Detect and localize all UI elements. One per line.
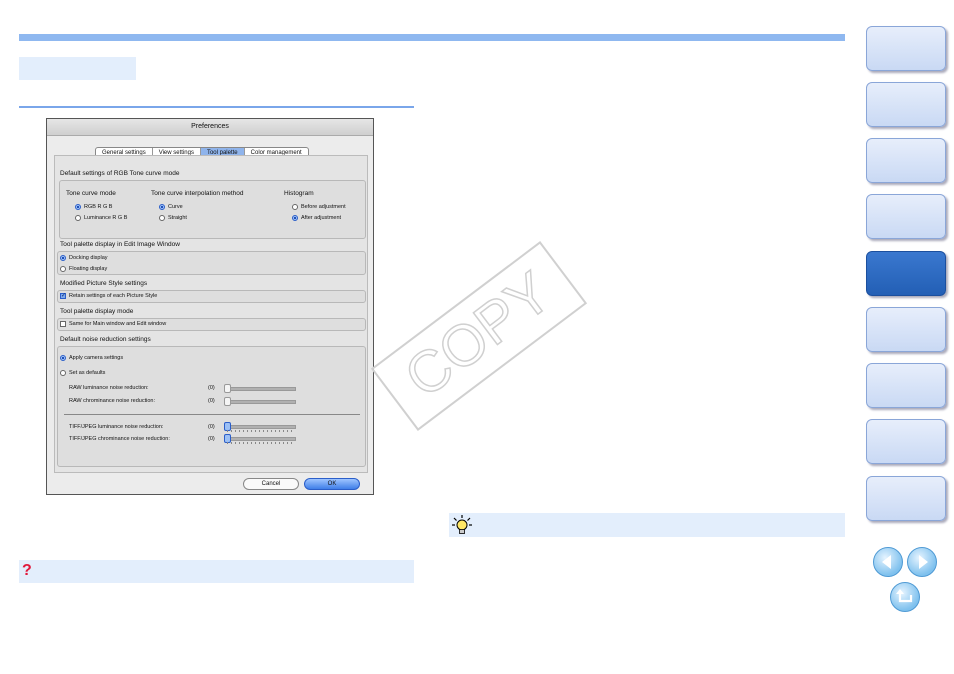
radio-rgb-label: RGB R G B xyxy=(84,204,113,210)
lightbulb-icon xyxy=(452,515,472,534)
radio-set-as-defaults[interactable] xyxy=(60,370,66,376)
checkbox-retain-picture-style[interactable]: ✓ xyxy=(60,293,66,299)
question-bar: ? xyxy=(19,560,414,583)
tone-curve-section-title: Default settings of RGB Tone curve mode xyxy=(60,170,180,177)
previous-page-button[interactable] xyxy=(873,547,903,577)
section-tag xyxy=(19,57,136,80)
section-divider xyxy=(19,106,414,108)
tone-curve-group: Tone curve mode Tone curve interpolation… xyxy=(59,180,366,239)
picture-style-group: ✓ Retain settings of each Picture Style xyxy=(57,290,366,303)
tip-bar xyxy=(449,513,845,537)
question-icon: ? xyxy=(22,562,32,579)
preferences-dialog: Preferences General settings View settin… xyxy=(46,118,374,495)
checkbox-same-window[interactable] xyxy=(60,321,66,327)
raw-luminance-value: (0) xyxy=(208,385,215,391)
tiff-luminance-value: (0) xyxy=(208,424,215,430)
nav-tab-1[interactable] xyxy=(866,26,946,71)
raw-chrominance-value: (0) xyxy=(208,398,215,404)
nav-tab-6[interactable] xyxy=(866,307,946,352)
noise-group: Apply camera settings Set as defaults RA… xyxy=(57,346,366,467)
tiff-chrominance-label: TIFF/JPEG chrominance noise reduction: xyxy=(69,436,170,442)
tiff-luminance-slider[interactable] xyxy=(224,422,296,432)
return-button[interactable] xyxy=(890,582,920,612)
radio-docking-display[interactable] xyxy=(60,255,66,261)
nav-tab-2[interactable] xyxy=(866,82,946,127)
checkbox-same-window-label: Same for Main window and Edit window xyxy=(69,321,167,327)
cancel-button[interactable]: Cancel xyxy=(243,478,299,490)
radio-luminance[interactable] xyxy=(75,215,81,221)
radio-curve[interactable] xyxy=(159,204,165,210)
radio-floating-display-label: Floating display xyxy=(69,266,108,272)
radio-before-adjustment-label: Before adjustment xyxy=(301,204,346,210)
nav-tab-9[interactable] xyxy=(866,476,946,521)
arrow-left-icon xyxy=(882,555,891,569)
header-bar xyxy=(19,34,845,41)
raw-luminance-slider[interactable] xyxy=(224,384,296,393)
radio-straight-label: Straight xyxy=(168,215,187,221)
radio-docking-display-label: Docking display xyxy=(69,255,108,261)
next-page-button[interactable] xyxy=(907,547,937,577)
radio-apply-camera-settings[interactable] xyxy=(60,355,66,361)
nav-tab-5[interactable] xyxy=(866,251,946,296)
arrow-right-icon xyxy=(919,555,928,569)
slider-thumb[interactable] xyxy=(224,397,231,406)
checkbox-retain-picture-style-label: Retain settings of each Picture Style xyxy=(69,293,158,299)
ok-button[interactable]: OK xyxy=(304,478,360,490)
noise-section-title: Default noise reduction settings xyxy=(60,336,151,343)
raw-chrominance-label: RAW chrominance noise reduction: xyxy=(69,398,156,404)
radio-straight[interactable] xyxy=(159,215,165,221)
palette-display-group: Docking display Floating display xyxy=(57,251,366,275)
picture-style-title: Modified Picture Style settings xyxy=(60,280,148,287)
palette-display-title: Tool palette display in Edit Image Windo… xyxy=(60,241,180,248)
display-mode-title: Tool palette display mode xyxy=(60,308,134,315)
radio-before-adjustment[interactable] xyxy=(292,204,298,210)
nav-tab-7[interactable] xyxy=(866,363,946,408)
radio-apply-camera-settings-label: Apply camera settings xyxy=(69,355,124,361)
copy-watermark: COPY xyxy=(370,241,588,431)
tiff-chrominance-value: (0) xyxy=(208,436,215,442)
radio-after-adjustment[interactable] xyxy=(292,215,298,221)
tiff-chrominance-slider[interactable] xyxy=(224,434,296,444)
raw-chrominance-slider[interactable] xyxy=(224,397,296,406)
radio-rgb[interactable] xyxy=(75,204,81,210)
radio-set-as-defaults-label: Set as defaults xyxy=(69,370,106,376)
slider-ticks xyxy=(227,430,293,432)
nav-tab-4[interactable] xyxy=(866,194,946,239)
nav-tab-8[interactable] xyxy=(866,419,946,464)
slider-thumb[interactable] xyxy=(224,384,231,393)
slider-ticks xyxy=(227,442,293,444)
radio-floating-display[interactable] xyxy=(60,266,66,272)
raw-luminance-label: RAW luminance noise reduction: xyxy=(69,385,149,391)
dialog-title: Preferences xyxy=(47,119,373,136)
divider xyxy=(64,414,360,415)
display-mode-group: Same for Main window and Edit window xyxy=(57,318,366,331)
histogram-label: Histogram xyxy=(284,190,314,197)
tiff-luminance-label: TIFF/JPEG luminance noise reduction: xyxy=(69,424,164,430)
radio-luminance-label: Luminance R G B xyxy=(84,215,128,221)
nav-tab-3[interactable] xyxy=(866,138,946,183)
interpolation-label: Tone curve interpolation method xyxy=(151,190,244,197)
tab-content: Default settings of RGB Tone curve mode … xyxy=(54,155,368,473)
tone-curve-mode-label: Tone curve mode xyxy=(66,190,116,197)
radio-curve-label: Curve xyxy=(168,204,183,210)
return-arrow-icon xyxy=(896,589,913,603)
radio-after-adjustment-label: After adjustment xyxy=(301,215,342,221)
